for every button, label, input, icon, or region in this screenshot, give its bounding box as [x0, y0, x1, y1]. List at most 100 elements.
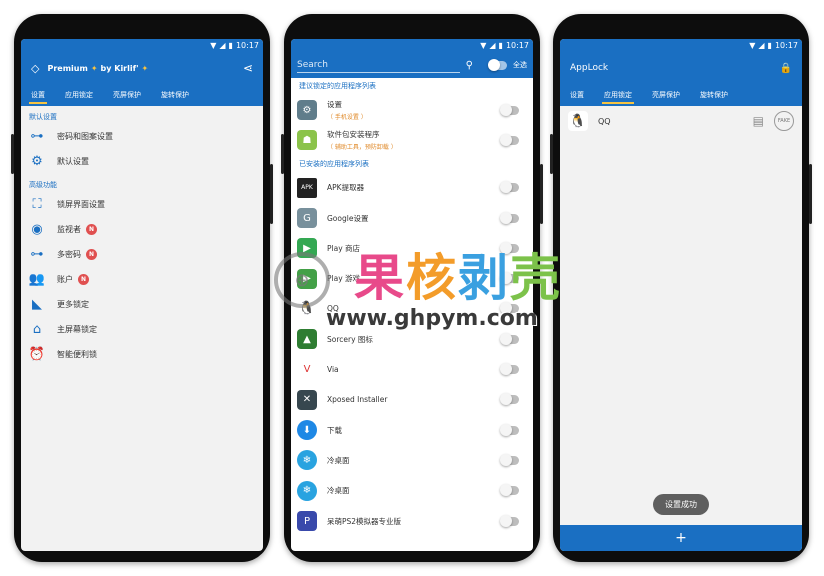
key-icon: ⊶: [30, 129, 44, 144]
premium-title: Premium: [47, 63, 88, 73]
app-row[interactable]: 🐧 QQ: [291, 294, 533, 324]
lock-toggle[interactable]: [500, 484, 519, 497]
settings-item-lockscreen[interactable]: ⛶ 锁屏界面设置: [21, 192, 263, 217]
status-bar: ▼ ◢ ▮ 10:17: [560, 39, 802, 52]
app-row[interactable]: ▶ Play 商店: [291, 233, 533, 263]
new-badge: N: [86, 249, 97, 260]
toast-message: 设置成功: [653, 494, 709, 515]
message-lock-icon[interactable]: ▤: [753, 114, 764, 128]
tab-screen-protect[interactable]: 亮屏保护: [103, 84, 151, 106]
app-row[interactable]: ▲ Sorcery 图标: [291, 324, 533, 354]
share-icon[interactable]: ⋖: [243, 61, 253, 75]
lock-toggle[interactable]: [500, 393, 519, 406]
app-row[interactable]: P 呆萌PS2模拟器专业版: [291, 506, 533, 536]
lock-toggle[interactable]: [500, 332, 519, 345]
qq-app-icon: 🐧: [297, 298, 317, 319]
app-row[interactable]: ❄ 冷桌面: [291, 476, 533, 506]
lock-toggle[interactable]: [500, 103, 519, 116]
lock-toggle[interactable]: [500, 241, 519, 254]
phone3-screen: ▼ ◢ ▮ 10:17 AppLock 🔒 设置 应用锁定 亮屏保护 旋转保护 …: [560, 39, 802, 551]
sparkle-icon: ✦: [90, 63, 98, 73]
app-row[interactable]: G Google设置: [291, 203, 533, 233]
installed-header: 已安装的应用程序列表: [299, 159, 369, 168]
section-header-default: 默认设置: [29, 113, 57, 121]
fake-button[interactable]: FAKE: [774, 111, 794, 131]
settings-item-default[interactable]: ⚙ 默认设置: [21, 149, 263, 174]
app-row[interactable]: ❄ 冷桌面: [291, 445, 533, 475]
app-row[interactable]: V Via: [291, 354, 533, 384]
app-label: Xposed Installer: [327, 395, 388, 405]
lock-toggle[interactable]: [500, 423, 519, 436]
status-time: 10:17: [505, 41, 529, 50]
search-icon[interactable]: ⚲: [466, 60, 473, 71]
alarm-icon: ⏰: [28, 347, 46, 362]
sparkle-icon: ✦: [141, 63, 149, 73]
tab-settings[interactable]: 设置: [21, 84, 55, 106]
phone1-screen: ▼ ◢ ▮ 10:17 ◇ Premium ✦ by Kirlif' ✦ ⋖ 设…: [21, 39, 263, 551]
lock-toggle[interactable]: [500, 181, 519, 194]
tab-screen-protect[interactable]: 亮屏保护: [642, 84, 690, 106]
new-badge: N: [78, 274, 89, 285]
signal-icon: ◢: [489, 41, 496, 50]
app-sublabel: （ 辅助工具，预防卸载 ）: [327, 144, 397, 152]
settings-item-watcher[interactable]: ◉ 监视者 N: [21, 217, 263, 242]
ps2-app-icon: P: [297, 511, 317, 531]
app-row[interactable]: ▶ Play 游戏: [291, 263, 533, 293]
tab-settings[interactable]: 设置: [560, 84, 594, 106]
app-label: 呆萌PS2模拟器专业版: [327, 516, 402, 526]
settings-item-password[interactable]: ⊶ 密码和图案设置: [21, 124, 263, 149]
tab-rotation-protect[interactable]: 旋转保护: [690, 84, 738, 106]
app-label: Sorcery 图标: [327, 334, 373, 344]
app-label: Play 游戏: [327, 274, 361, 284]
tab-app-lock[interactable]: 应用锁定: [55, 84, 103, 106]
lock-toggle[interactable]: [500, 211, 519, 224]
select-all-toggle[interactable]: [488, 58, 507, 71]
installed-app-list: APK APK提取器 G Google设置 ▶ Play 商店 ▶ Play 游戏 🐧 QQ ▲ So…: [291, 173, 533, 537]
tab-rotation-protect[interactable]: 旋转保护: [151, 84, 199, 106]
wifi-icon: ▼: [210, 41, 217, 50]
search-input[interactable]: [297, 57, 460, 73]
lock-toggle[interactable]: [500, 453, 519, 466]
app-sublabel: （ 手机设置 ）: [327, 114, 367, 122]
locked-app-row[interactable]: 🐧 QQ ▤ FAKE: [560, 106, 802, 136]
lock-toggle[interactable]: [500, 302, 519, 315]
wifi-icon: ▼: [749, 41, 756, 50]
settings-app-icon: ⚙: [297, 100, 317, 121]
lock-toggle[interactable]: [500, 514, 519, 527]
download-app-icon: ⬇: [297, 420, 317, 441]
freeze-app-icon: ❄: [297, 450, 317, 471]
battery-icon: ▮: [228, 41, 233, 50]
lock-icon[interactable]: 🔒: [780, 63, 792, 74]
phone2-appbar: ▼ ◢ ▮ 10:17 ⚲ 全选: [291, 39, 533, 78]
settings-list: 默认设置 ⊶ 密码和图案设置 ⚙ 默认设置 高级功能 ⛶ 锁屏界面设置 ◉ 监视…: [21, 106, 263, 367]
app-row[interactable]: ⬇ 下载: [291, 415, 533, 445]
phone1-appbar: ▼ ◢ ▮ 10:17 ◇ Premium ✦ by Kirlif' ✦ ⋖ 设…: [21, 39, 263, 106]
settings-item-home-lock[interactable]: ⌂ 主屏幕锁定: [21, 317, 263, 342]
diamond-icon: ◇: [31, 61, 40, 75]
xposed-app-icon: ✕: [297, 389, 317, 410]
app-row[interactable]: ⚙ 设置 （ 手机设置 ）: [291, 95, 533, 125]
lock-toggle[interactable]: [500, 272, 519, 285]
tab-app-lock[interactable]: 应用锁定: [594, 84, 642, 106]
lock-toggle[interactable]: [500, 133, 519, 146]
app-row[interactable]: ☗ 软件包安装程序 （ 辅助工具，预防卸载 ）: [291, 125, 533, 155]
qq-app-icon: 🐧: [568, 111, 588, 131]
author-label: by Kirlif': [100, 63, 139, 73]
settings-item-more-lock[interactable]: ◣ 更多锁定: [21, 292, 263, 317]
add-app-button[interactable]: +: [560, 525, 802, 551]
people-icon: 👥: [28, 272, 46, 287]
sorcery-app-icon: ▲: [297, 329, 317, 350]
phone1-tabs: 设置 应用锁定 亮屏保护 旋转保护: [21, 84, 263, 106]
applock-title: AppLock: [570, 63, 609, 73]
apk-backup-app-icon: APK: [297, 177, 317, 198]
app-row[interactable]: ✕ Xposed Installer: [291, 385, 533, 415]
app-row[interactable]: APK APK提取器: [291, 173, 533, 203]
home-icon: ⌂: [32, 322, 42, 337]
wifi-icon: ▼: [480, 41, 487, 50]
settings-item-account[interactable]: 👥 账户 N: [21, 267, 263, 292]
phone2-screen: ▼ ◢ ▮ 10:17 ⚲ 全选 建议锁定的应用程序列表 ⚙ 设置 （ 手机设置 ）…: [291, 39, 533, 551]
settings-item-smart-lock[interactable]: ⏰ 智能便利锁: [21, 342, 263, 367]
lock-toggle[interactable]: [500, 363, 519, 376]
app-label: APK提取器: [327, 183, 365, 193]
settings-item-multi-password[interactable]: ⊶ 多密码 N: [21, 242, 263, 267]
